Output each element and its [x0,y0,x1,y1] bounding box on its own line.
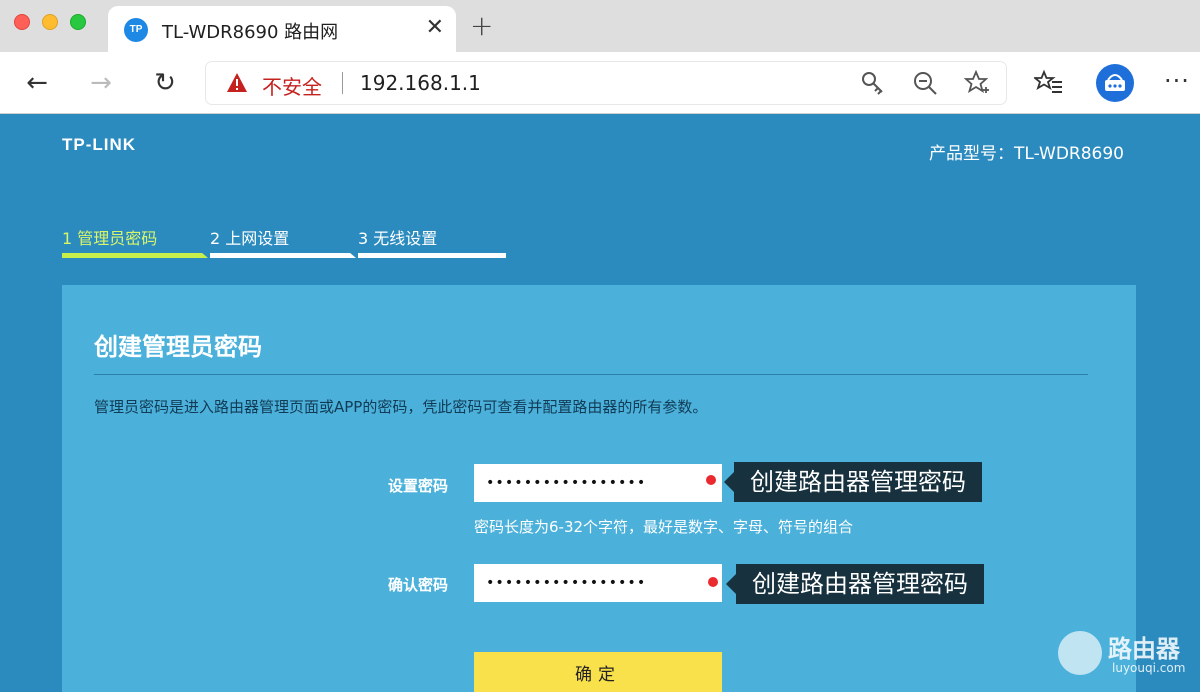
maximize-window-button[interactable] [70,14,86,30]
new-tab-button[interactable]: + [470,12,493,40]
tab-close-icon[interactable]: ✕ [426,16,444,40]
warning-icon [227,73,247,92]
confirm-password-callout: 创建路由器管理密码 [726,564,984,604]
browser-tab-active[interactable]: TP TL-WDR8690 路由网 ✕ [108,6,456,52]
set-password-callout: 创建路由器管理密码 [724,462,982,502]
step-progress-pending [210,253,356,258]
watermark: 路由器 luyouqi.com [1058,629,1194,689]
panel-title: 创建管理员密码 [94,333,262,361]
url-text[interactable]: 192.168.1.1 [360,71,481,95]
address-separator [342,72,343,94]
confirm-button[interactable]: 确定 [474,652,722,692]
forward-icon[interactable]: → [84,66,118,100]
confirm-password-input[interactable] [474,564,722,602]
create-password-panel: 创建管理员密码 管理员密码是进入路由器管理页面或APP的密码，凭此密码可查看并配… [62,285,1136,692]
panel-description: 管理员密码是进入路由器管理页面或APP的密码，凭此密码可查看并配置路由器的所有参… [94,398,708,416]
panel-divider [94,374,1088,375]
step-progress-active [62,253,208,258]
address-bar[interactable]: 不安全 192.168.1.1 [206,62,1006,104]
setup-steps: 1 管理员密码 2 上网设置 3 无线设置 [62,225,510,261]
required-indicator [708,577,718,587]
close-window-button[interactable] [14,14,30,30]
browser-tab-bar: TP TL-WDR8690 路由网 ✕ + [0,0,1200,52]
security-status-label[interactable]: 不安全 [262,71,322,100]
add-favorite-icon[interactable] [964,70,990,96]
zoom-out-icon[interactable] [912,70,938,96]
router-setup-page: TP-LINK 产品型号：TL-WDR8690 1 管理员密码 2 上网设置 3… [0,115,1200,692]
profile-avatar-icon[interactable] [1096,64,1134,102]
watermark-url: luyouqi.com [1112,661,1186,675]
back-icon[interactable]: ← [20,66,54,100]
watermark-title: 路由器 [1108,635,1180,663]
minimize-window-button[interactable] [42,14,58,30]
required-indicator [706,475,716,485]
tplink-favicon-icon: TP [124,18,148,42]
password-hint: 密码长度为6-32个字符，最好是数字、字母、符号的组合 [474,518,854,536]
key-icon[interactable] [860,70,886,96]
browser-toolbar: ← → ↻ 不安全 192.168.1.1 ··· [0,52,1200,114]
confirm-password-label: 确认密码 [388,576,449,594]
set-password-label: 设置密码 [388,477,449,495]
favorites-list-icon[interactable] [1034,68,1064,98]
set-password-input[interactable] [474,464,722,502]
product-model: 产品型号：TL-WDR8690 [929,144,1124,164]
step-wireless-settings[interactable]: 3 无线设置 [358,225,437,249]
more-menu-icon[interactable]: ··· [1164,64,1190,98]
tplink-logo: TP-LINK [62,135,137,154]
step-internet-settings[interactable]: 2 上网设置 [210,225,289,249]
step-progress-pending [358,253,506,258]
reload-icon[interactable]: ↻ [148,66,182,100]
router-logo-icon [1058,631,1102,675]
tab-title: TL-WDR8690 路由网 [162,22,339,43]
step-admin-password[interactable]: 1 管理员密码 [62,225,157,249]
